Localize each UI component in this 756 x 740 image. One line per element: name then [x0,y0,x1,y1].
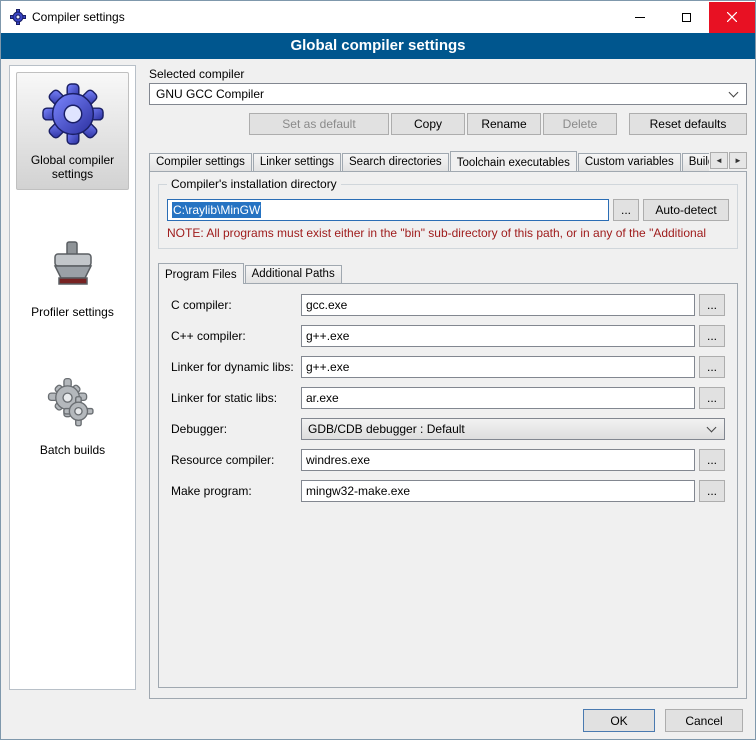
subtab-program-files[interactable]: Program Files [158,263,244,284]
tab-linker-settings[interactable]: Linker settings [253,153,341,171]
sidebar-item-label: Global compiler settings [19,153,126,181]
c-compiler-browse-button[interactable]: ... [699,294,725,316]
debugger-label: Debugger: [171,422,301,436]
banner-title: Global compiler settings [1,33,755,59]
linker-static-label: Linker for static libs: [171,391,301,405]
tab-toolchain-executables[interactable]: Toolchain executables [450,151,577,171]
field-row-c-compiler: C compiler: ... [171,294,725,316]
copy-button[interactable]: Copy [391,113,465,135]
icon-wrap [19,371,126,437]
blue-gear-icon [42,83,104,145]
tab-compiler-settings[interactable]: Compiler settings [149,153,252,171]
titlebar: Compiler settings [1,1,755,33]
set-as-default-button[interactable]: Set as default [249,113,389,135]
cpp-compiler-label: C++ compiler: [171,329,301,343]
tab-scroll-right-button[interactable]: ► [729,152,747,169]
gray-gears-icon [44,375,102,433]
tab-search-directories[interactable]: Search directories [342,153,449,171]
installation-directory-group-label: Compiler's installation directory [167,177,341,191]
installation-directory-input[interactable]: C:\raylib\MinGW [167,199,609,221]
c-compiler-input[interactable] [301,294,695,316]
tab-build-options[interactable]: Build options [682,153,709,171]
linker-dynamic-input[interactable] [301,356,695,378]
cancel-button[interactable]: Cancel [665,709,743,732]
delete-button[interactable]: Delete [543,113,617,135]
dialog-footer: OK Cancel [583,709,743,732]
debugger-value: GDB/CDB debugger : Default [302,422,708,436]
tab-scroll-left-button[interactable]: ◄ [710,152,728,169]
maximize-button[interactable] [663,2,709,33]
resource-compiler-label: Resource compiler: [171,453,301,467]
field-row-linker-static: Linker for static libs: ... [171,387,725,409]
debugger-dropdown[interactable]: GDB/CDB debugger : Default [301,418,725,440]
make-program-input[interactable] [301,480,695,502]
field-row-make-program: Make program: ... [171,480,725,502]
resource-compiler-input[interactable] [301,449,695,471]
tab-strip: Compiler settings Linker settings Search… [149,149,747,171]
reset-defaults-button[interactable]: Reset defaults [629,113,747,135]
linker-static-input[interactable] [301,387,695,409]
sidebar-item-batch-builds[interactable]: Batch builds [16,362,129,466]
tab-scroll-buttons: ◄ ► [709,152,747,169]
profiler-tool-icon [45,238,101,294]
toolchain-executables-page: Compiler's installation directory C:\ray… [149,171,747,699]
field-row-cpp-compiler: C++ compiler: ... [171,325,725,347]
cpp-compiler-browse-button[interactable]: ... [699,325,725,347]
chevron-down-icon [707,423,717,433]
window-title: Compiler settings [32,10,617,24]
close-button[interactable] [709,2,755,33]
make-program-label: Make program: [171,484,301,498]
auto-detect-button[interactable]: Auto-detect [643,199,729,221]
subtab-additional-paths[interactable]: Additional Paths [245,265,342,283]
cpp-compiler-input[interactable] [301,325,695,347]
app-gear-icon [10,9,26,25]
minimize-icon [635,17,645,18]
installation-directory-row: C:\raylib\MinGW ... Auto-detect [167,199,729,221]
installation-directory-browse-button[interactable]: ... [613,199,639,221]
tab-strip-clip: Compiler settings Linker settings Search… [149,149,709,171]
make-program-browse-button[interactable]: ... [699,480,725,502]
installation-directory-selected-text: C:\raylib\MinGW [172,202,261,218]
program-files-panel: C compiler: ... C++ compiler: ... Linker… [158,283,738,688]
icon-wrap [19,233,126,299]
compiler-buttons-row: Set as default Copy Rename Delete Reset … [149,113,747,135]
installation-directory-groupbox: Compiler's installation directory C:\ray… [158,184,738,249]
field-row-resource-compiler: Resource compiler: ... [171,449,725,471]
compiler-settings-window: Compiler settings Global compiler settin… [0,0,756,740]
chevron-down-icon [729,88,739,98]
close-icon [727,12,737,22]
field-row-debugger: Debugger: GDB/CDB debugger : Default [171,418,725,440]
selected-compiler-value: GNU GCC Compiler [150,87,730,101]
c-compiler-label: C compiler: [171,298,301,312]
linker-dynamic-label: Linker for dynamic libs: [171,360,301,374]
rename-button[interactable]: Rename [467,113,541,135]
ok-button[interactable]: OK [583,709,655,732]
linker-static-browse-button[interactable]: ... [699,387,725,409]
sidebar-item-global-compiler-settings[interactable]: Global compiler settings [16,72,129,190]
sidebar-item-label: Batch builds [19,443,126,457]
tab-custom-variables[interactable]: Custom variables [578,153,681,171]
minimize-button[interactable] [617,2,663,33]
maximize-icon [682,13,691,22]
main-panel: Selected compiler GNU GCC Compiler Set a… [149,67,747,699]
installation-note-text: NOTE: All programs must exist either in … [167,226,729,240]
resource-compiler-browse-button[interactable]: ... [699,449,725,471]
settings-sidebar: Global compiler settings Profiler settin… [9,65,136,690]
sidebar-item-profiler-settings[interactable]: Profiler settings [16,224,129,328]
dialog-content: Global compiler settings Profiler settin… [1,59,755,739]
selected-compiler-dropdown[interactable]: GNU GCC Compiler [149,83,747,105]
sidebar-item-label: Profiler settings [19,305,126,319]
linker-dynamic-browse-button[interactable]: ... [699,356,725,378]
icon-wrap [19,81,126,147]
sub-tab-strip: Program Files Additional Paths [158,261,738,283]
selected-compiler-label: Selected compiler [149,67,747,81]
field-row-linker-dynamic: Linker for dynamic libs: ... [171,356,725,378]
